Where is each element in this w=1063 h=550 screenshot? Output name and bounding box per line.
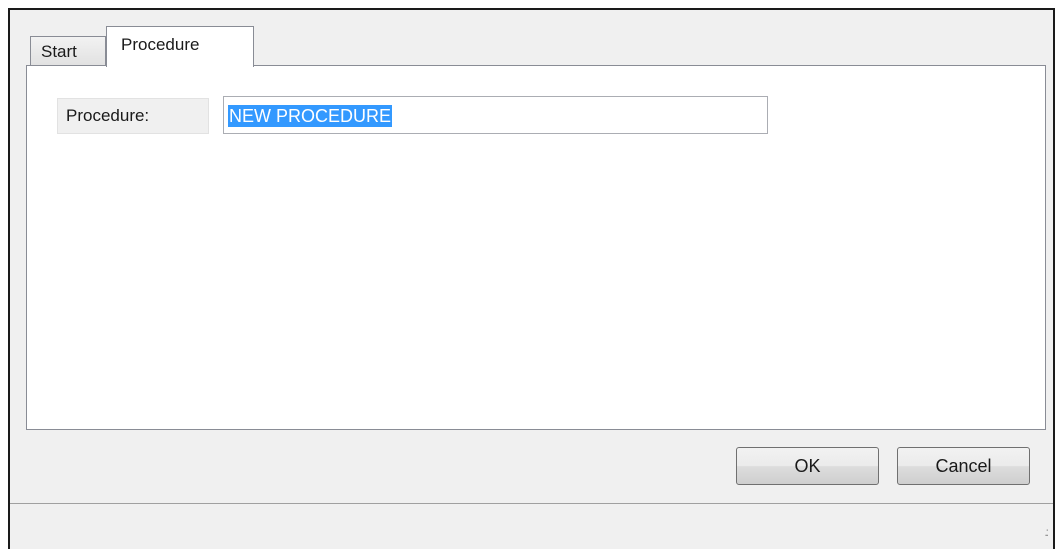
tab-panel-procedure: Procedure: NEW PROCEDURE [26,65,1046,430]
procedure-field-label: Procedure: [57,98,209,134]
tab-start[interactable]: Start [30,36,106,66]
ok-button[interactable]: OK [736,447,879,485]
tab-strip: Start Procedure [18,26,1018,67]
tab-start-label: Start [41,42,77,61]
tab-procedure[interactable]: Procedure [106,26,254,67]
tab-procedure-label: Procedure [121,35,200,54]
resize-grip-icon[interactable]: .: [1044,526,1048,538]
status-bar: .: [10,504,1053,541]
procedure-name-input[interactable]: NEW PROCEDURE [223,96,768,134]
procedure-name-selected-text: NEW PROCEDURE [228,105,393,127]
cancel-button[interactable]: Cancel [897,447,1030,485]
